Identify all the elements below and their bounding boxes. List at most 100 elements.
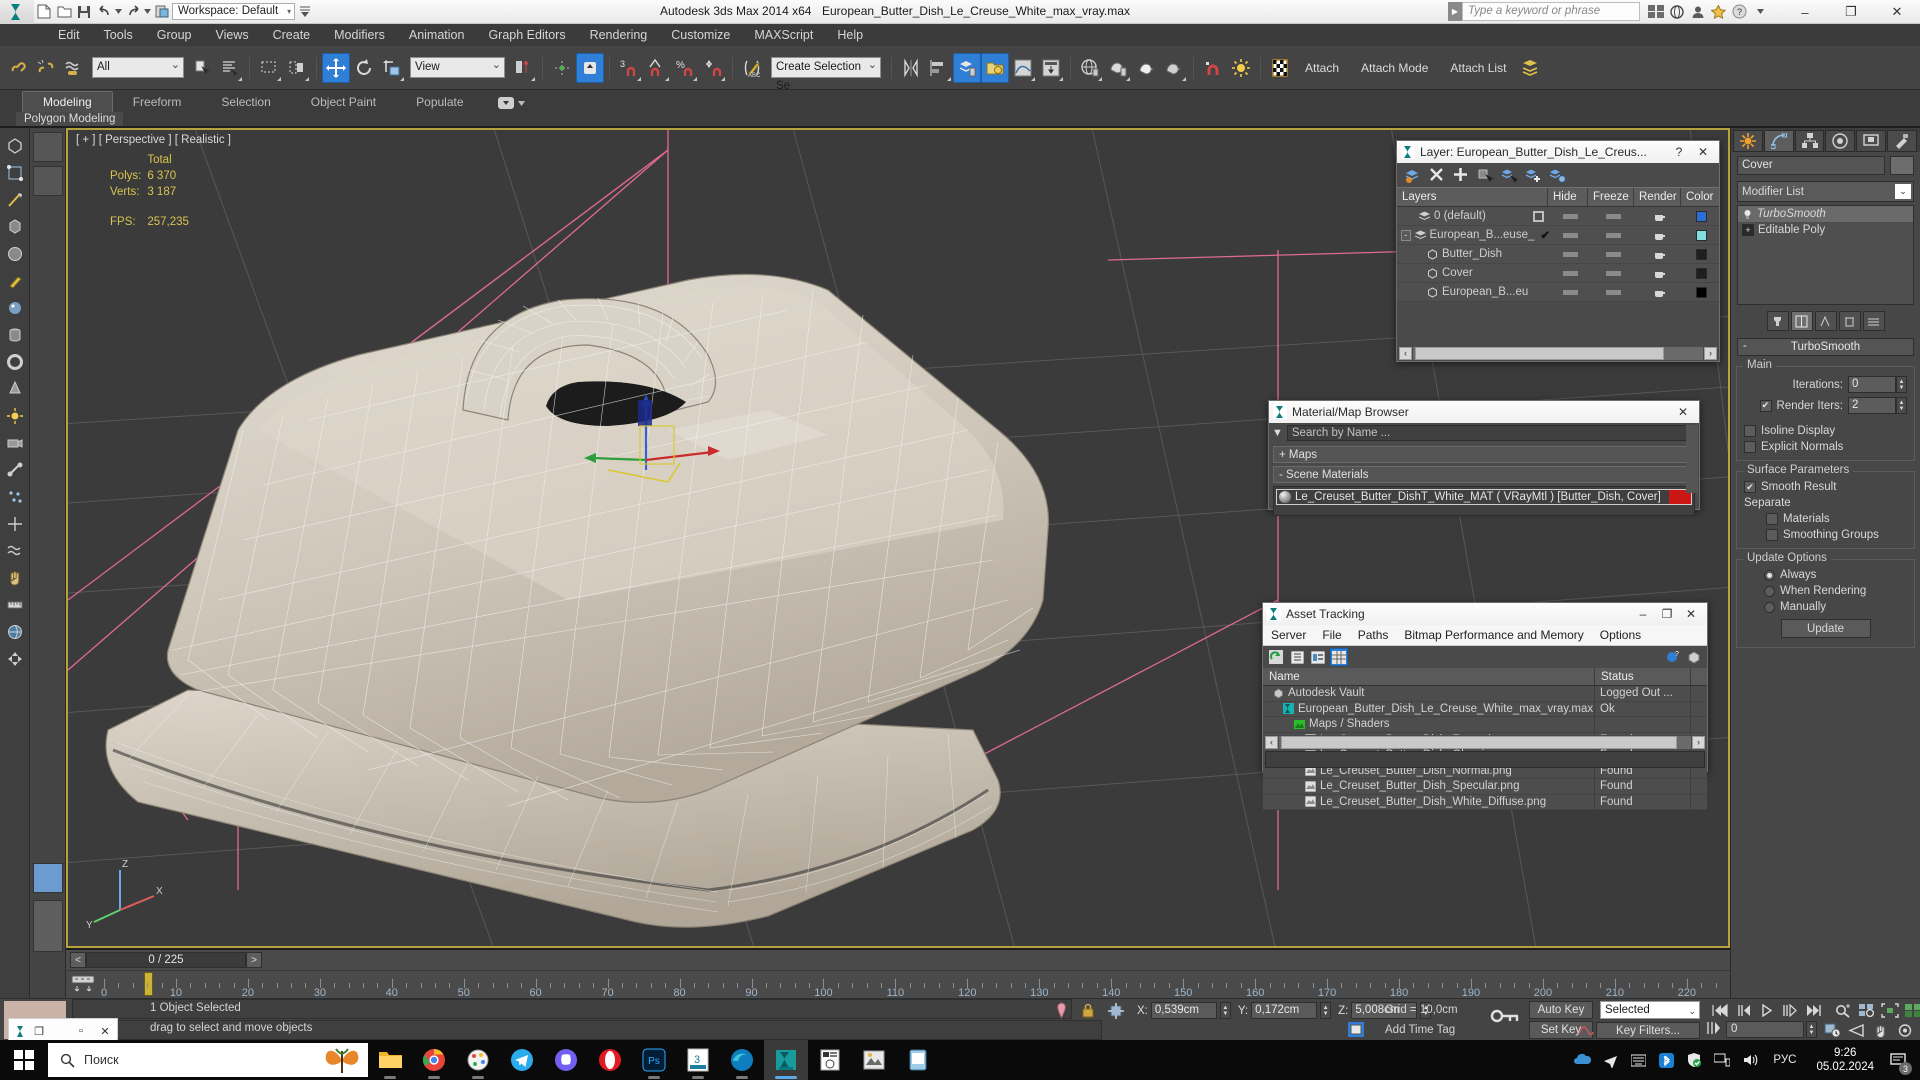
taskbar-opera-icon[interactable] — [588, 1040, 632, 1080]
hide-toggle[interactable] — [1562, 232, 1578, 238]
track-bar-ruler[interactable]: 0 10 20 30 40 50 60 70 80 90 100 110 120 130 140 150 160… — [101, 971, 1730, 999]
asset-menu-bitmap-performance[interactable]: Bitmap Performance and Memory — [1396, 628, 1591, 642]
mirror-icon[interactable] — [897, 53, 925, 83]
help-globe-icon[interactable]: ? — [1664, 648, 1682, 666]
details-view-icon[interactable] — [1309, 648, 1327, 666]
reference-coordinate-system-combo[interactable]: View — [410, 56, 505, 78]
left-tool-cylinder-icon[interactable] — [2, 322, 28, 348]
remove-modifier-icon[interactable] — [1838, 311, 1861, 331]
menu-item-rendering[interactable]: Rendering — [578, 25, 660, 45]
layer-row[interactable]: European_B...eu — [1397, 283, 1719, 302]
search-input[interactable]: Type a keyword or phrase — [1462, 2, 1640, 21]
layer-color-swatch[interactable] — [1695, 210, 1707, 222]
taskbar-file-explorer-icon[interactable] — [368, 1040, 412, 1080]
render-teapot-icon[interactable] — [1653, 287, 1667, 298]
redo-button[interactable] — [123, 2, 143, 22]
tab-display[interactable] — [1856, 130, 1887, 152]
orbit-view-icon[interactable] — [1894, 1021, 1915, 1039]
absolute-relative-transform-icon[interactable] — [1108, 1002, 1124, 1019]
taskbar-3dsmax-alt-icon[interactable]: 3 — [676, 1040, 720, 1080]
asset-menu-server[interactable]: Server — [1263, 628, 1314, 642]
current-frame-input[interactable]: 0 — [1726, 1021, 1804, 1038]
modifier-list-dropdown[interactable]: Modifier List ⌄ — [1737, 181, 1914, 202]
help-dropdown-icon[interactable] — [1751, 2, 1770, 21]
layer-color-swatch[interactable] — [1695, 229, 1707, 241]
autodesk-360-icon[interactable] — [1667, 2, 1686, 21]
layer-properties-icon[interactable] — [1549, 167, 1566, 184]
asset-tracking-window[interactable]: Asset Tracking – ❐ ✕ Server File Paths B… — [1262, 602, 1708, 810]
layer-row[interactable]: Butter_Dish — [1397, 245, 1719, 264]
tray-security-icon[interactable] — [1681, 1040, 1707, 1080]
asset-scroll-track[interactable] — [1279, 735, 1691, 749]
layer-expand-icon[interactable]: - — [1401, 229, 1411, 241]
vault-icon[interactable] — [1685, 648, 1703, 666]
floating-window-maximize-button[interactable]: ▫ — [69, 1025, 93, 1037]
material-browser-menu-icon[interactable]: ▼ — [1272, 427, 1283, 439]
iterations-input[interactable]: 0 — [1848, 376, 1896, 393]
smooth-result-checkbox[interactable]: ✔ — [1744, 481, 1756, 493]
start-button[interactable] — [0, 1040, 48, 1080]
select-object-icon[interactable] — [188, 53, 216, 83]
render-iters-input[interactable]: 2 — [1848, 397, 1896, 414]
select-link-icon[interactable] — [4, 53, 32, 83]
hide-toggle[interactable] — [1562, 289, 1578, 295]
selection-filter-combo[interactable]: All — [92, 56, 184, 78]
asset-row[interactable]: Maps / Shaders — [1263, 717, 1707, 733]
tray-keyboard-icon[interactable] — [1625, 1040, 1651, 1080]
layer-manager-icon[interactable] — [953, 52, 981, 83]
go-to-start-icon[interactable] — [1710, 1001, 1731, 1019]
attach-button[interactable]: Attach — [1294, 61, 1350, 75]
select-and-rotate-icon[interactable] — [350, 53, 378, 83]
render-teapot-icon[interactable] — [1653, 249, 1667, 260]
taskbar-edge-icon[interactable] — [720, 1040, 764, 1080]
delete-layer-icon[interactable] — [1429, 167, 1446, 184]
object-color-swatch[interactable] — [1890, 156, 1914, 175]
asset-col-status[interactable]: Status — [1595, 668, 1691, 685]
left-tool-box-icon[interactable] — [2, 214, 28, 240]
taskbar-search-box[interactable]: Поиск — [48, 1043, 368, 1077]
window-minimize-button[interactable]: – — [1782, 0, 1828, 24]
attach-mode-button[interactable]: Attach Mode — [1350, 61, 1439, 75]
object-name-input[interactable]: Cover — [1737, 156, 1885, 175]
update-when-rendering-radio[interactable] — [1764, 585, 1775, 597]
render-production-icon[interactable] — [1160, 53, 1188, 83]
light-setup-icon[interactable] — [1227, 53, 1255, 83]
turbosmooth-rollup-header[interactable]: - TurboSmooth — [1737, 338, 1914, 356]
redo-dropdown-icon[interactable] — [143, 2, 152, 22]
taskbar-3dsmax-icon[interactable] — [764, 1040, 808, 1080]
search-dropdown-icon[interactable]: ▶ — [1448, 2, 1462, 21]
show-end-result-icon[interactable] — [1790, 311, 1813, 331]
layer-window-help-button[interactable]: ? — [1667, 142, 1691, 162]
layer-row[interactable]: 0 (default) — [1397, 207, 1719, 226]
separate-smoothing-groups-checkbox[interactable] — [1766, 529, 1778, 541]
render-teapot-icon[interactable] — [1653, 211, 1667, 222]
left-tool-pan-icon[interactable] — [2, 646, 28, 672]
layer-horizontal-scrollbar[interactable]: ‹ › — [1397, 345, 1719, 361]
list-view-icon[interactable] — [1288, 648, 1306, 666]
time-configuration-button-icon[interactable] — [1822, 1021, 1843, 1039]
ribbon-tab-object-paint[interactable]: Object Paint — [291, 92, 396, 112]
hide-toggle[interactable] — [1562, 251, 1578, 257]
previous-frame-icon[interactable] — [1733, 1001, 1754, 1019]
y-spinner[interactable]: ▲ ▼ — [1320, 1002, 1332, 1019]
material-browser-close-button[interactable]: ✕ — [1671, 402, 1695, 422]
update-button[interactable]: Update — [1780, 619, 1871, 638]
layer-col-color[interactable]: Color — [1681, 188, 1719, 206]
select-and-manipulate-icon[interactable] — [576, 52, 604, 83]
named-selection-sets-combo[interactable]: Create Selection Se — [771, 56, 881, 92]
window-close-button[interactable]: ✕ — [1874, 0, 1920, 24]
menu-item-animation[interactable]: Animation — [397, 25, 477, 45]
field-of-view-icon[interactable] — [1846, 1021, 1867, 1039]
workspace-selector[interactable]: Workspace: Default — [172, 3, 296, 20]
configure-modifier-sets-icon[interactable] — [1862, 311, 1885, 331]
ribbon-tab-selection[interactable]: Selection — [201, 92, 290, 112]
asset-menu-options[interactable]: Options — [1592, 628, 1649, 642]
asset-row[interactable]: Autodesk Vault Logged Out ... — [1263, 686, 1707, 702]
select-and-move-icon[interactable] — [322, 52, 350, 83]
selection-lock-pin-icon[interactable] — [1055, 1002, 1068, 1019]
add-time-tag-label[interactable]: Add Time Tag — [1385, 1024, 1455, 1036]
asset-tracking-close-button[interactable]: ✕ — [1679, 604, 1703, 624]
scroll-left-button[interactable]: ‹ — [1399, 346, 1412, 360]
material-browser-titlebar[interactable]: Material/Map Browser ✕ — [1269, 401, 1699, 423]
left-tool-cut-icon[interactable] — [2, 187, 28, 213]
